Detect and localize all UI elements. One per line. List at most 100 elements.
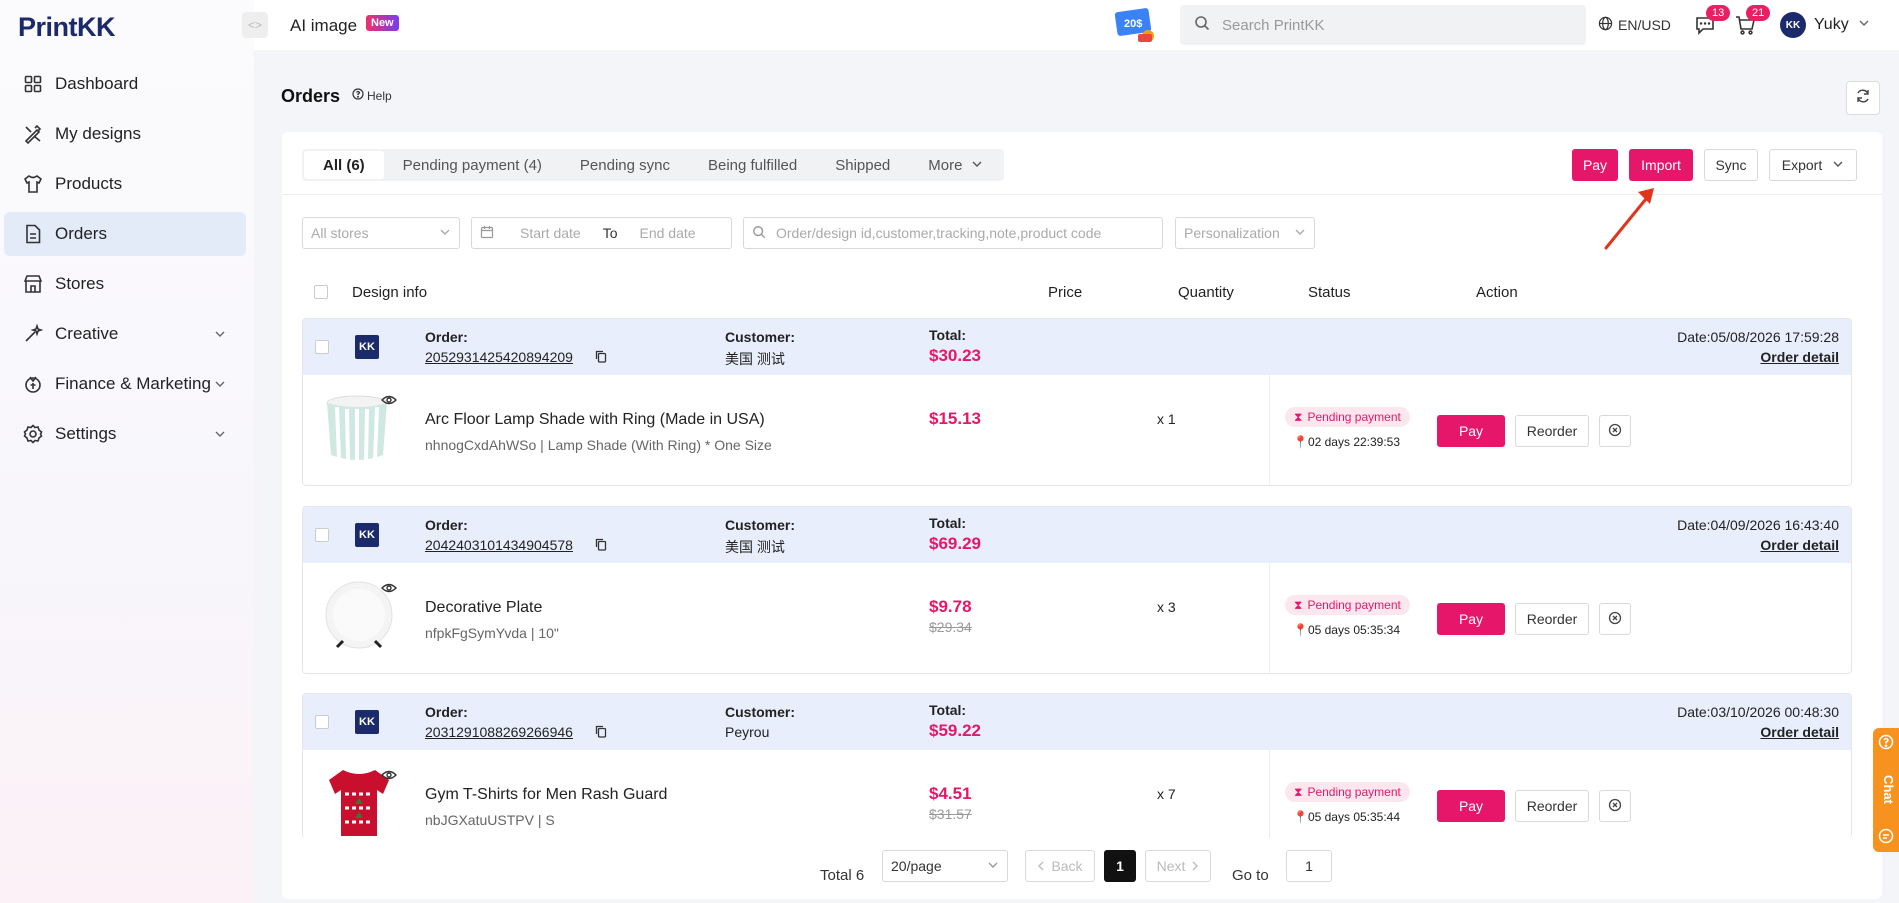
order-id-link[interactable]: 2031291088269266946 (425, 724, 573, 740)
divider (1269, 375, 1270, 485)
stores-select-value: All stores (311, 225, 369, 241)
help-link[interactable]: Help (352, 88, 392, 103)
eye-icon[interactable] (381, 768, 397, 785)
copy-icon[interactable] (595, 350, 607, 367)
table-header: Design info Price Quantity Status Action (302, 272, 1862, 312)
tab-more[interactable]: More (909, 151, 1002, 179)
order-item-row: Arc Floor Lamp Shade with Ring (Made in … (303, 375, 1851, 485)
cancel-order-button[interactable] (1599, 415, 1631, 447)
page-1-button[interactable]: 1 (1104, 850, 1136, 882)
item-quantity: x 3 (1157, 599, 1176, 615)
pagination-next-button[interactable]: Next (1145, 850, 1211, 882)
payment-countdown: 📍05 days 05:35:44 (1293, 810, 1400, 824)
refresh-icon (1855, 88, 1871, 108)
sidebar-item-dashboard[interactable]: Dashboard (4, 62, 246, 106)
help-icon (352, 88, 364, 103)
pay-order-button[interactable]: Pay (1437, 603, 1505, 635)
tab-being-fulfilled[interactable]: Being fulfilled (689, 151, 816, 179)
sidebar-item-label: My designs (55, 124, 141, 143)
tab-pending-sync[interactable]: Pending sync (561, 151, 689, 179)
new-badge: New (366, 15, 399, 31)
search-input[interactable]: Search PrintKK (1180, 5, 1586, 45)
total-label: Total: (929, 327, 967, 343)
order-detail-link[interactable]: Order detail (1760, 537, 1839, 553)
promo-icon[interactable]: 20$ (1112, 4, 1160, 46)
cart-button[interactable]: 21 (1734, 5, 1771, 38)
chevron-left-icon (1037, 858, 1045, 874)
product-name: Arc Floor Lamp Shade with Ring (Made in … (425, 411, 765, 428)
select-all-checkbox[interactable] (314, 285, 328, 299)
order-label: Order: (425, 704, 468, 720)
goto-page-input[interactable]: 1 (1286, 850, 1332, 882)
user-menu[interactable]: KK Yuky (1780, 12, 1870, 38)
refresh-button[interactable] (1846, 81, 1880, 115)
reorder-button[interactable]: Reorder (1515, 603, 1589, 635)
cancel-order-button[interactable] (1599, 603, 1631, 635)
order-detail-link[interactable]: Order detail (1760, 349, 1839, 365)
sidebar-item-my-designs[interactable]: My designs (4, 112, 246, 156)
eye-icon[interactable] (381, 393, 397, 410)
personalization-select[interactable]: Personalization (1175, 217, 1315, 249)
messages-button[interactable]: 13 (1694, 5, 1731, 38)
order-date: Date:03/10/2026 00:48:30 (1677, 704, 1839, 720)
order-checkbox[interactable] (315, 715, 329, 729)
tab-all[interactable]: All (6) (304, 151, 384, 179)
sidebar-nav: Dashboard My designs Products Orders Sto… (4, 62, 246, 462)
tab-shipped[interactable]: Shipped (816, 151, 909, 179)
status-badge: ⧗ Pending payment (1285, 782, 1410, 802)
sidebar-item-stores[interactable]: Stores (4, 262, 246, 306)
date-range-picker[interactable]: Start date To End date (471, 217, 732, 249)
avatar: KK (1780, 12, 1806, 38)
printkk-logo[interactable]: PrintKK (18, 12, 116, 43)
order-total: $30.23 (929, 346, 981, 365)
pay-order-button[interactable]: Pay (1437, 790, 1505, 822)
sidebar-item-orders[interactable]: Orders (4, 212, 246, 256)
reorder-button[interactable]: Reorder (1515, 415, 1589, 447)
sync-button[interactable]: Sync (1704, 149, 1758, 181)
back-label: Back (1051, 858, 1083, 874)
cancel-order-button[interactable] (1599, 790, 1631, 822)
chevron-down-icon (214, 425, 226, 445)
order-detail-link[interactable]: Order detail (1760, 724, 1839, 740)
order-search-placeholder: Order/design id,customer,tracking,note,p… (776, 225, 1102, 241)
pay-button[interactable]: Pay (1572, 149, 1618, 181)
sidebar-item-creative[interactable]: Creative (4, 312, 246, 356)
order-checkbox[interactable] (315, 340, 329, 354)
chevron-down-icon (971, 157, 983, 174)
customer-name: 美国 测试 (725, 351, 785, 367)
order-search-input[interactable]: Order/design id,customer,tracking,note,p… (743, 217, 1163, 249)
column-quantity: Quantity (1178, 284, 1234, 301)
copy-icon[interactable] (595, 725, 607, 742)
import-button[interactable]: Import (1629, 149, 1693, 181)
reorder-button[interactable]: Reorder (1515, 790, 1589, 822)
export-button[interactable]: Export (1769, 149, 1857, 181)
sidebar-item-settings[interactable]: Settings (4, 412, 246, 456)
pagination-back-button[interactable]: Back (1025, 850, 1095, 882)
page-size-select[interactable]: 20/page (882, 850, 1008, 882)
annotation-arrow (1600, 182, 1660, 256)
chat-widget[interactable]: Chat (1873, 728, 1899, 852)
order-item-row: Decorative Plate nfpkFgSymYvda | 10" $9.… (303, 563, 1851, 673)
eye-icon[interactable] (381, 581, 397, 598)
language-currency-selector[interactable]: EN/USD (1598, 16, 1671, 34)
page-title: Orders (281, 86, 341, 106)
start-date-input[interactable]: Start date (520, 225, 581, 241)
pay-order-button[interactable]: Pay (1437, 415, 1505, 447)
stores-select[interactable]: All stores (302, 217, 460, 249)
chevron-down-icon (987, 858, 999, 874)
order-checkbox[interactable] (315, 528, 329, 542)
tab-pending-payment[interactable]: Pending payment (4) (384, 151, 561, 179)
end-date-input[interactable]: End date (640, 225, 696, 241)
product-name: Gym T-Shirts for Men Rash Guard (425, 786, 668, 803)
item-quantity: x 1 (1157, 411, 1176, 427)
search-placeholder: Search PrintKK (1222, 16, 1325, 34)
order-id-link[interactable]: 2052931425420894209 (425, 349, 573, 365)
collapse-sidebar-button[interactable]: <> (242, 12, 268, 38)
sidebar-item-finance-marketing[interactable]: Finance & Marketing (4, 362, 246, 406)
copy-icon[interactable] (595, 538, 607, 555)
customer-label: Customer: (725, 517, 796, 533)
export-label: Export (1781, 157, 1823, 173)
order-id-link[interactable]: 2042403101434904578 (425, 537, 573, 553)
sidebar-item-products[interactable]: Products (4, 162, 246, 206)
ai-image-link[interactable]: AI image (290, 16, 357, 36)
